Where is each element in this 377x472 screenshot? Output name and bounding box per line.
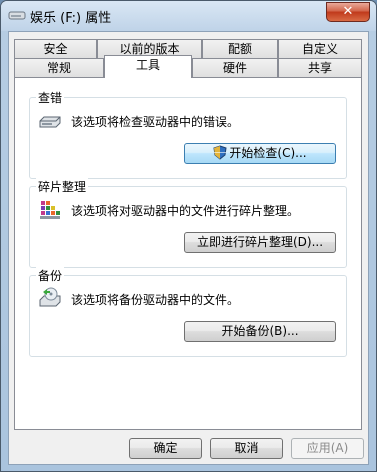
defragment-now-button[interactable]: 立即进行碎片整理(D)... [184, 232, 336, 253]
ok-button[interactable]: 确定 [129, 438, 202, 459]
title-bar[interactable]: 娱乐 (F:) 属性 ✕ [1, 1, 376, 31]
cancel-button[interactable]: 取消 [210, 438, 283, 459]
dialog-client: 安全 以前的版本 配额 自定义 常规 工具 硬件 共享 查错 该选项将检查驱动器… [8, 31, 369, 465]
error-check-title: 查错 [36, 89, 65, 106]
error-check-description: 该选项将检查驱动器中的错误。 [71, 115, 240, 129]
defrag-title: 碎片整理 [36, 178, 89, 195]
backup-now-button[interactable]: 开始备份(B)... [184, 321, 336, 342]
apply-button[interactable]: 应用(A) [291, 438, 364, 459]
tab-quota[interactable]: 配额 [202, 39, 278, 59]
tab-general[interactable]: 常规 [14, 58, 104, 78]
close-button[interactable]: ✕ [326, 2, 370, 22]
window-title: 娱乐 (F:) 属性 [30, 11, 112, 26]
tab-hardware[interactable]: 硬件 [192, 58, 278, 78]
tab-customize[interactable]: 自定义 [278, 39, 362, 59]
backup-group: 备份 该选项将备份驱动器中的文件。 开始备份(B)... [29, 267, 347, 357]
tab-security[interactable]: 安全 [14, 39, 97, 59]
defragment-icon [40, 201, 60, 219]
tools-tab-panel: 查错 该选项将检查驱动器中的错误。 开始检查(C)... 碎片整理 该选项将对驱… [14, 77, 362, 430]
backup-icon [39, 287, 61, 307]
check-now-button[interactable]: 开始检查(C)... [184, 143, 336, 164]
backup-title: 备份 [36, 267, 65, 284]
backup-description: 该选项将备份驱动器中的文件。 [71, 293, 240, 307]
defrag-group: 碎片整理 该选项将对驱动器中的文件进行碎片整理。 立即进行碎片整理(D)... [29, 178, 347, 268]
check-now-label: 开始检查(C)... [229, 146, 307, 160]
drive-icon [8, 11, 26, 20]
tab-tools[interactable]: 工具 [104, 55, 192, 78]
uac-shield-icon [213, 145, 227, 160]
hard-drive-icon [39, 116, 61, 128]
tab-sharing[interactable]: 共享 [278, 58, 362, 78]
error-check-group: 查错 该选项将检查驱动器中的错误。 开始检查(C)... [29, 89, 347, 179]
properties-window: 娱乐 (F:) 属性 ✕ 安全 以前的版本 配额 自定义 常规 工具 硬件 共享… [0, 0, 377, 472]
defrag-description: 该选项将对驱动器中的文件进行碎片整理。 [71, 204, 300, 218]
